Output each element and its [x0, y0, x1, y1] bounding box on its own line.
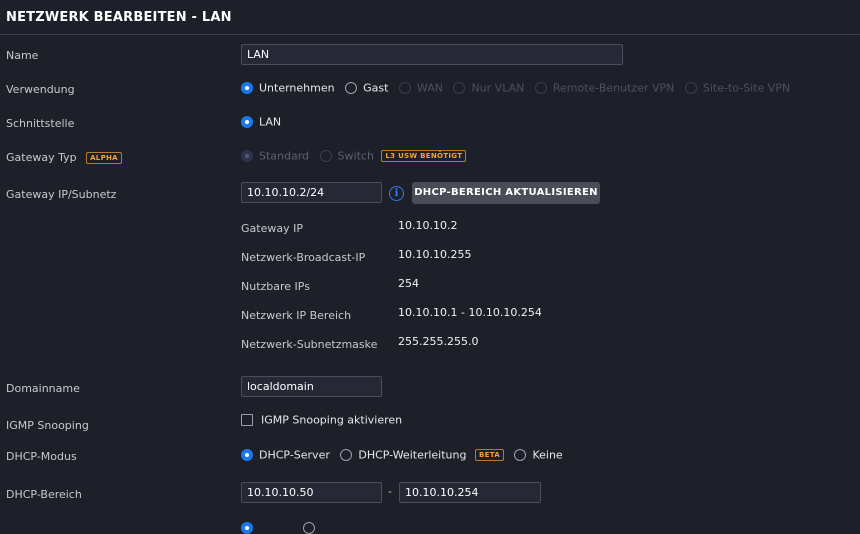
radio-empty-icon: [514, 449, 527, 462]
name-input[interactable]: [241, 44, 623, 65]
subnet-mask-label: Netzwerk-Subnetzmaske: [241, 338, 378, 351]
dhcp-modus-label: DHCP-Modus: [6, 450, 77, 463]
name-label: Name: [6, 49, 39, 62]
radio-site-to-site-vpn: Site-to-Site VPN: [684, 81, 790, 95]
radio-empty-icon: [340, 449, 353, 462]
radio-selected-icon: [241, 449, 253, 462]
title-divider: [0, 34, 860, 35]
page-title: NETZWERK BEARBEITEN - LAN: [6, 10, 232, 25]
dhcp-update-button[interactable]: DHCP-BEREICH AKTUALISIEREN: [412, 182, 600, 204]
igmp-checkbox-row[interactable]: IGMP Snooping aktivieren: [241, 413, 402, 427]
radio-disabled-icon: [319, 150, 332, 163]
radio-keine[interactable]: Keine: [514, 448, 563, 462]
domainname-input[interactable]: [241, 376, 382, 397]
gateway-typ-options: Standard Switch L3 USW BENÖTIGT: [241, 149, 467, 163]
verwendung-options: Unternehmen Gast WAN Nur VLAN Remote-Ben…: [241, 81, 797, 95]
schnittstelle-label: Schnittstelle: [6, 117, 75, 130]
schnittstelle-options: LAN: [241, 115, 288, 129]
radio-remote-vpn: Remote-Benutzer VPN: [534, 81, 674, 95]
gateway-ip-detail-label: Gateway IP: [241, 222, 303, 235]
usable-ips-label: Nutzbare IPs: [241, 280, 310, 293]
radio-switch: Switch: [319, 149, 374, 163]
radio-dhcp-weiterleitung[interactable]: DHCP-Weiterleitung: [340, 448, 466, 462]
radio-empty-icon: [345, 82, 358, 95]
radio-lan[interactable]: LAN: [241, 115, 281, 129]
radio-nur-vlan: Nur VLAN: [453, 81, 524, 95]
radio-wan: WAN: [398, 81, 443, 95]
radio-unternehmen[interactable]: Unternehmen: [241, 81, 335, 95]
alpha-badge: ALPHA: [86, 152, 122, 164]
gateway-typ-label: Gateway Typ ALPHA: [6, 151, 122, 164]
radio-gast[interactable]: Gast: [345, 81, 388, 95]
radio-standard: Standard: [241, 149, 309, 163]
radio-empty-icon: [302, 522, 315, 534]
radio-disabled-icon: [453, 82, 466, 95]
beta-badge: BETA: [474, 449, 504, 461]
l3-usw-badge: L3 USW BENÖTIGT: [381, 150, 467, 162]
gateway-ip-detail-value: 10.10.10.2: [398, 219, 458, 232]
radio-disabled-icon: [684, 82, 697, 95]
radio-disabled-icon: [534, 82, 547, 95]
radio-disabled-selected-icon: [241, 150, 253, 163]
gateway-typ-text: Gateway Typ: [6, 151, 77, 164]
range-separator: -: [388, 485, 392, 498]
verwendung-label: Verwendung: [6, 83, 75, 96]
igmp-label: IGMP Snooping: [6, 419, 89, 432]
subnet-mask-value: 255.255.255.0: [398, 335, 479, 348]
igmp-checkbox[interactable]: [241, 414, 253, 426]
info-icon[interactable]: i: [389, 186, 404, 201]
next-row-partial: [241, 521, 321, 534]
broadcast-ip-value: 10.10.10.255: [398, 248, 472, 261]
radio-selected-icon: [241, 82, 253, 95]
dhcp-start-input[interactable]: [241, 482, 382, 503]
gateway-ip-input[interactable]: [241, 182, 382, 203]
broadcast-ip-label: Netzwerk-Broadcast-IP: [241, 251, 366, 264]
dhcp-end-input[interactable]: [399, 482, 541, 503]
radio-disabled-icon: [398, 82, 411, 95]
radio-selected-icon: [241, 116, 253, 129]
igmp-checkbox-label: IGMP Snooping aktivieren: [261, 413, 403, 427]
ip-range-label: Netzwerk IP Bereich: [241, 309, 352, 322]
radio-dhcp-server[interactable]: DHCP-Server: [241, 448, 330, 462]
ip-range-value: 10.10.10.1 - 10.10.10.254: [398, 306, 542, 319]
radio-selected-icon: [241, 522, 253, 534]
usable-ips-value: 254: [398, 277, 419, 290]
dhcp-bereich-label: DHCP-Bereich: [6, 488, 82, 501]
domainname-label: Domainname: [6, 382, 80, 395]
dhcp-modus-options: DHCP-Server DHCP-Weiterleitung BETA Kein…: [241, 448, 570, 462]
gateway-ip-label: Gateway IP/Subnetz: [6, 188, 117, 201]
